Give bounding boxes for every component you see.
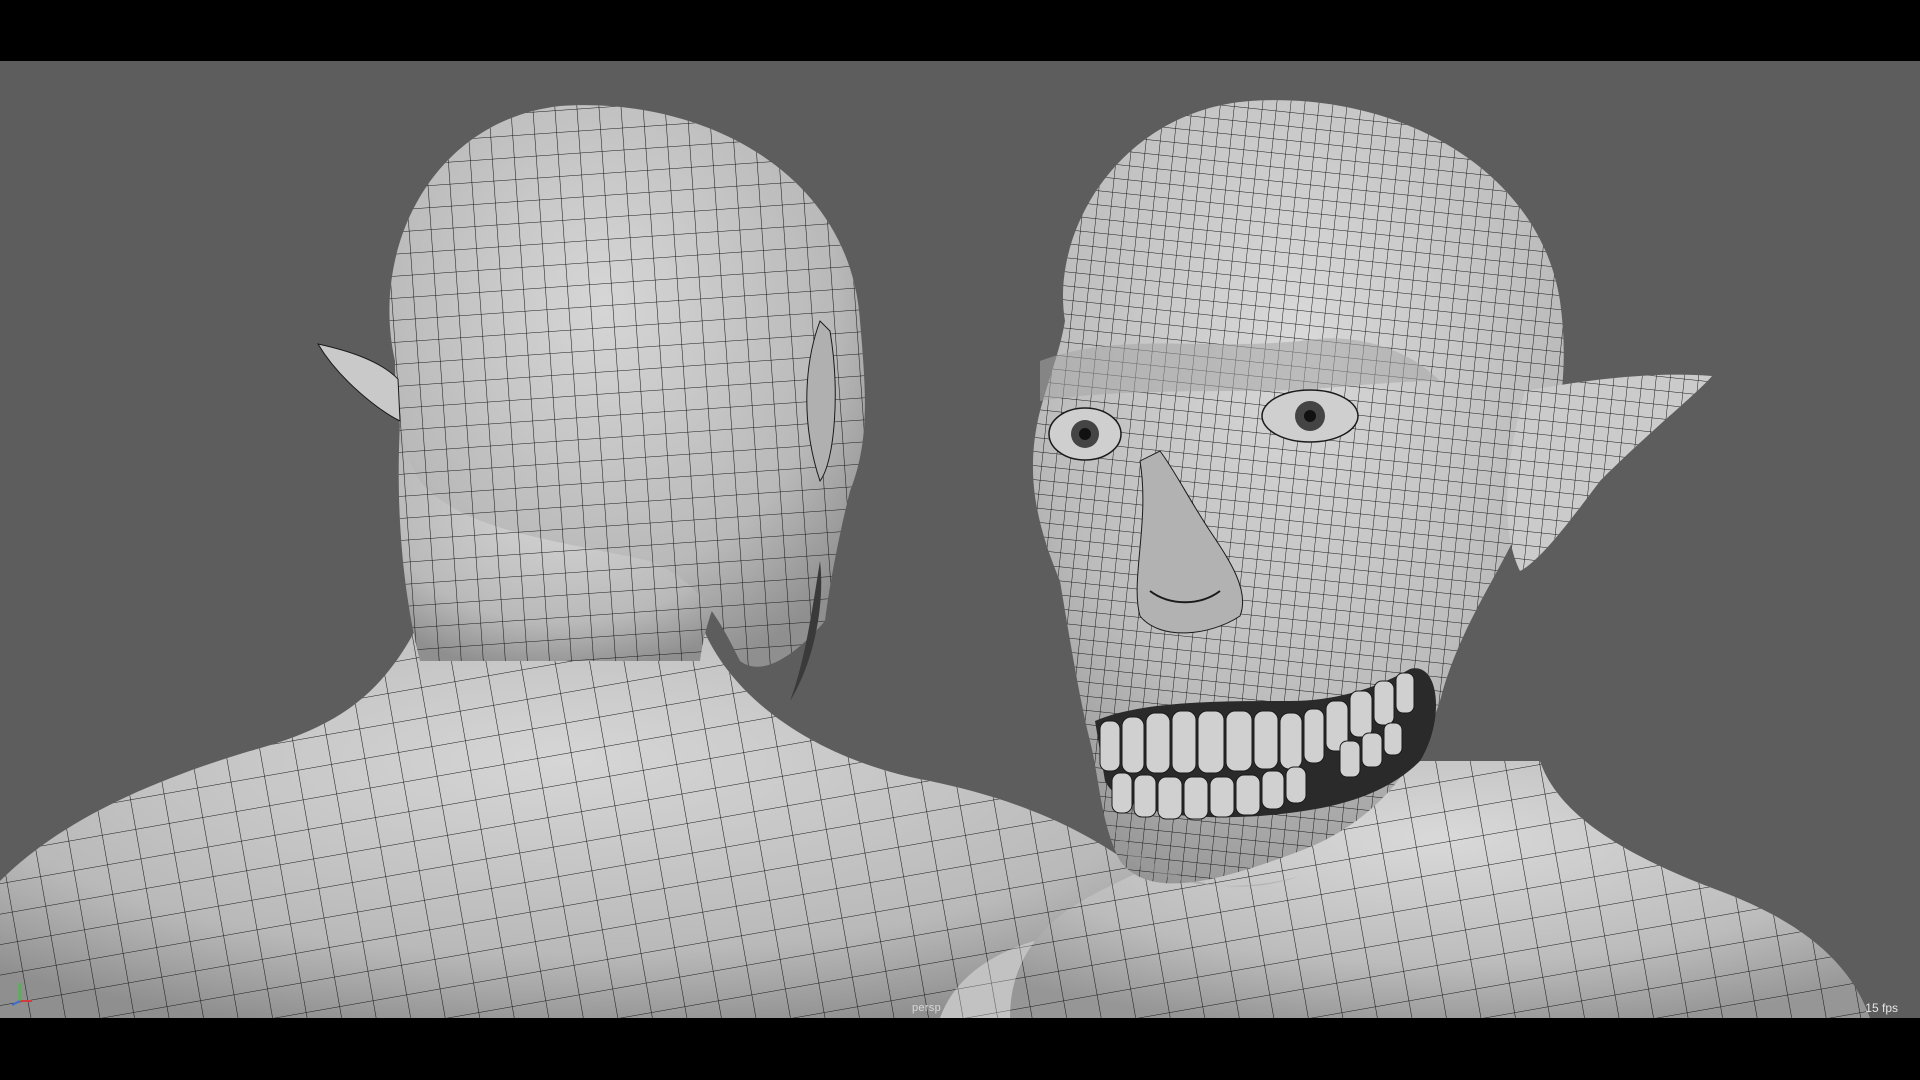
camera-name-label: persp xyxy=(912,1002,942,1014)
left-eye xyxy=(1048,407,1122,461)
fps-readout: 15 fps xyxy=(1865,1001,1898,1015)
front-view-model[interactable] xyxy=(1010,100,1870,1018)
xyz-axis-gizmo-icon xyxy=(8,973,38,1007)
letterbox-top xyxy=(0,0,1920,61)
scene-render xyxy=(0,100,1870,1018)
3d-viewport[interactable]: persp 15 fps xyxy=(0,61,1920,1018)
letterbox-bottom xyxy=(0,1018,1920,1080)
right-eye xyxy=(1261,389,1359,443)
